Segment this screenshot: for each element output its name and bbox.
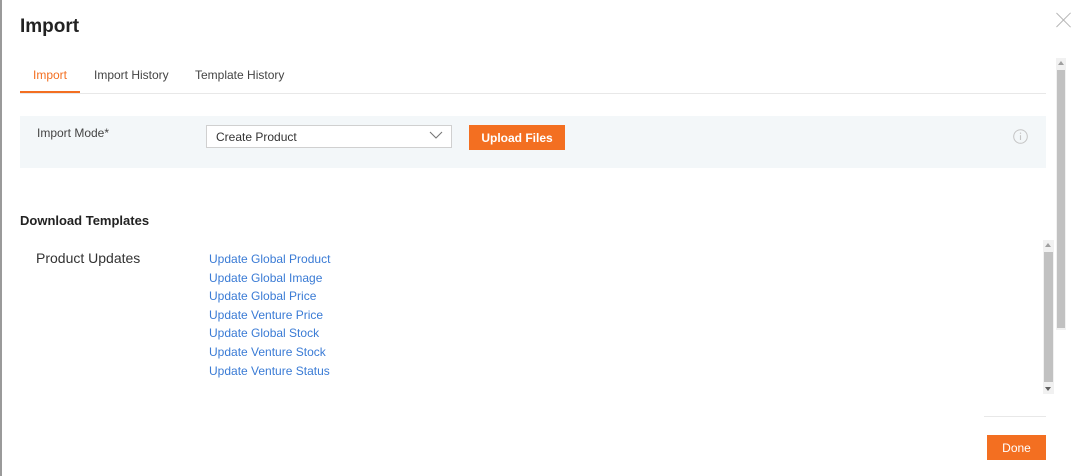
list-item: Update Global Stock [209,324,330,343]
footer-divider [984,416,1046,417]
close-icon[interactable] [1054,10,1074,30]
done-button[interactable]: Done [987,435,1046,460]
tab-import[interactable]: Import [33,68,67,82]
dialog-scrollbar-thumb[interactable] [1057,70,1065,328]
upload-files-button[interactable]: Upload Files [469,125,565,150]
download-templates-heading: Download Templates [20,213,150,228]
list-item: Update Venture Status [209,362,330,381]
window-edge [0,0,2,476]
list-item: Update Venture Price [209,306,330,325]
link-update-global-image[interactable]: Update Global Image [209,271,322,285]
info-icon[interactable] [1013,129,1028,144]
template-links-list: Update Global Product Update Global Imag… [209,250,330,380]
link-update-venture-price[interactable]: Update Venture Price [209,308,323,322]
scroll-up-icon[interactable] [1056,58,1066,68]
templates-scrollbar[interactable] [1043,240,1054,394]
link-update-global-stock[interactable]: Update Global Stock [209,326,319,340]
active-tab-indicator [20,91,80,93]
list-item: Update Global Price [209,287,330,306]
import-mode-panel: Import Mode* Create Product Upload Files [20,116,1046,168]
tab-import-history[interactable]: Import History [94,68,169,82]
import-mode-select[interactable]: Create Product [206,125,452,148]
link-update-venture-status[interactable]: Update Venture Status [209,364,330,378]
product-updates-label: Product Updates [36,250,141,266]
scroll-down-icon[interactable] [1043,384,1053,394]
link-update-venture-stock[interactable]: Update Venture Stock [209,345,326,359]
list-item: Update Venture Stock [209,343,330,362]
link-update-global-price[interactable]: Update Global Price [209,289,316,303]
tab-template-history[interactable]: Template History [195,68,284,82]
import-mode-label: Import Mode* [37,126,110,140]
list-item: Update Global Image [209,269,330,288]
tab-bar: Import Import History Template History [20,60,1046,94]
dialog-title: Import [20,16,80,37]
link-update-global-product[interactable]: Update Global Product [209,252,330,266]
list-item: Update Global Product [209,250,330,269]
chevron-down-icon [429,131,443,139]
dialog-scrollbar[interactable] [1056,58,1066,330]
scroll-up-icon[interactable] [1043,240,1053,250]
templates-scrollbar-thumb[interactable] [1044,252,1053,382]
import-mode-value: Create Product [216,130,297,144]
